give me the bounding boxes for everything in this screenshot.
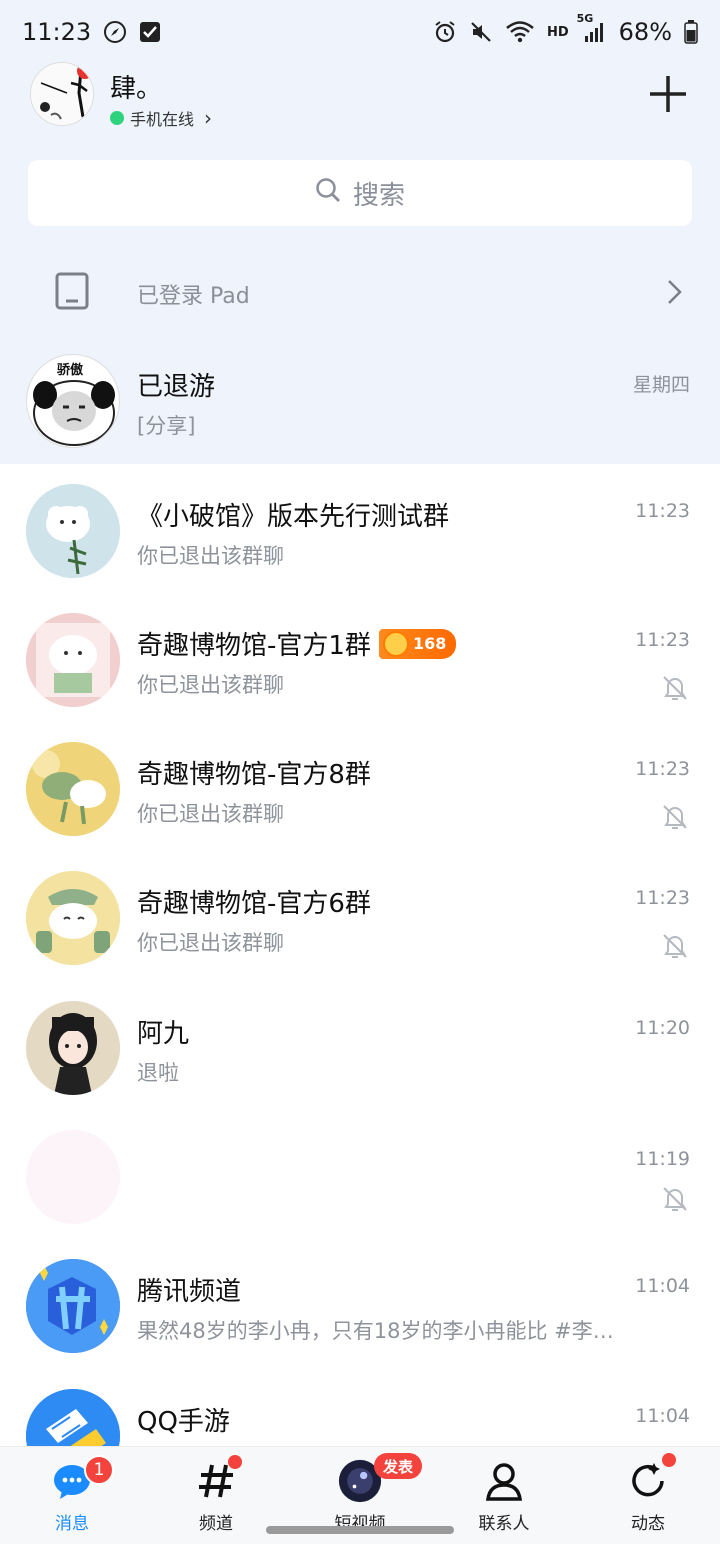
online-status-label: 手机在线: [130, 110, 195, 129]
muted-bell-icon: [660, 802, 690, 832]
chat-title: 《小破馆》版本先行测试群: [137, 502, 450, 532]
unread-badge: 1: [84, 1455, 114, 1485]
chat-title: 奇趣博物馆-官方1群: [137, 631, 371, 661]
chat-item[interactable]: 阿九 退啦 11:20: [0, 985, 720, 1114]
alarm-icon: [433, 20, 457, 44]
chat-preview: 你已退出该群聊: [137, 931, 284, 955]
chat-item[interactable]: 奇趣博物馆-官方8群 你已退出该群聊 11:23: [0, 726, 720, 855]
chat-preview: [分享]: [137, 414, 196, 438]
chat-time: 11:23: [635, 500, 690, 522]
chat-time: 星期四: [632, 374, 690, 396]
refresh-star-icon: [626, 1459, 670, 1503]
profile-name[interactable]: 肆。: [110, 68, 162, 105]
fire-face-icon: [382, 630, 409, 657]
person-icon: [482, 1459, 526, 1503]
nav-feed[interactable]: 动态: [576, 1447, 720, 1544]
chat-preview: 你已退出该群聊: [137, 544, 284, 568]
chat-avatar: [26, 1259, 120, 1353]
search-placeholder: 搜索: [352, 180, 405, 211]
chat-title: 奇趣博物馆-官方6群: [137, 889, 371, 919]
mute-sound-icon: [469, 20, 493, 44]
checkbox-icon: [139, 21, 161, 43]
chat-preview: 退啦: [137, 1061, 179, 1085]
avatar-caption: 骄傲: [57, 363, 84, 378]
search-icon: [315, 177, 341, 210]
wifi-icon: [505, 20, 535, 44]
signal-5g-label: 5G: [576, 12, 594, 25]
chat-time: 11:23: [635, 758, 690, 780]
chat-title: 已退游: [137, 372, 216, 402]
chat-avatar: [26, 1001, 120, 1095]
pad-label: 已登录 Pad: [137, 284, 250, 309]
fire-level-value: 168: [412, 634, 447, 653]
battery-icon: [684, 20, 698, 44]
nav-messages[interactable]: 消息 1: [0, 1447, 144, 1544]
chat-preview: 果然48岁的李小冉，只有18岁的李小冉能比 #李…: [137, 1319, 614, 1343]
status-time: 11:23: [22, 18, 92, 46]
chat-item[interactable]: 《小破馆》版本先行测试群 你已退出该群聊 11:23: [0, 468, 720, 597]
add-button[interactable]: [648, 74, 688, 114]
notification-dot: [662, 1453, 676, 1467]
chat-title: 奇趣博物馆-官方8群: [137, 760, 371, 790]
muted-bell-icon: [660, 931, 690, 961]
home-indicator[interactable]: [266, 1526, 454, 1534]
chat-avatar: [26, 1130, 120, 1224]
online-status[interactable]: 手机在线 ›: [110, 106, 212, 130]
network-hd-label: HD: [546, 24, 569, 40]
plus-icon: [650, 76, 686, 112]
logged-in-pad-row[interactable]: 已登录 Pad: [0, 256, 720, 328]
chat-item[interactable]: 奇趣博物馆-官方1群 168 你已退出该群聊 11:23: [0, 597, 720, 726]
profile-red-dot: [77, 63, 93, 79]
chat-avatar: [26, 742, 120, 836]
chat-avatar: [26, 871, 120, 965]
online-dot-icon: [110, 111, 124, 125]
search-bar[interactable]: 搜索: [28, 160, 692, 226]
chat-item[interactable]: 腾讯频道 果然48岁的李小冉，只有18岁的李小冉能比 #李… 11:04: [0, 1243, 720, 1372]
header: 肆。 手机在线 ›: [26, 62, 696, 130]
chat-time: 11:23: [635, 629, 690, 651]
chat-title: 腾讯频道: [137, 1277, 242, 1307]
chat-avatar: [26, 484, 120, 578]
chat-preview: 你已退出该群聊: [137, 802, 284, 826]
muted-bell-icon: [660, 1184, 690, 1214]
nav-label: 频道: [199, 1514, 233, 1534]
chat-time: 11:19: [635, 1148, 690, 1170]
nav-label: 联系人: [478, 1514, 530, 1534]
compass-icon: [103, 20, 127, 44]
notification-dot: [228, 1455, 242, 1469]
chat-title: 阿九: [137, 1019, 190, 1049]
chat-item[interactable]: 骄傲 已退游 [分享] 星期四: [0, 338, 720, 467]
fire-level-badge: 168: [378, 628, 457, 659]
nav-label: 消息: [55, 1514, 89, 1534]
battery-percent: 68%: [618, 18, 672, 46]
status-bar: 11:23 HD 5G 68%: [0, 0, 720, 64]
chat-item[interactable]: 11:19: [0, 1114, 720, 1243]
chat-time: 11:20: [635, 1017, 690, 1039]
nav-label: 动态: [631, 1514, 665, 1534]
chat-time: 11:04: [635, 1405, 690, 1427]
signal-icon: 5G: [577, 12, 607, 44]
chat-title-wrap: 奇趣博物馆-官方1群 168: [137, 625, 457, 662]
chat-title: QQ手游: [137, 1407, 230, 1437]
chat-avatar: 骄傲: [26, 354, 120, 448]
chat-preview: 你已退出该群聊: [137, 673, 284, 697]
chat-time: 11:04: [635, 1275, 690, 1297]
chevron-right-icon: [664, 278, 684, 306]
muted-bell-icon: [660, 673, 690, 703]
chat-avatar: [26, 613, 120, 707]
online-chevron-icon: ›: [204, 106, 213, 130]
chat-item[interactable]: 奇趣博物馆-官方6群 你已退出该群聊 11:23: [0, 855, 720, 984]
chat-time: 11:23: [635, 887, 690, 909]
tablet-icon: [54, 272, 90, 310]
publish-badge[interactable]: 发表: [374, 1453, 423, 1479]
profile-avatar[interactable]: [30, 62, 94, 126]
